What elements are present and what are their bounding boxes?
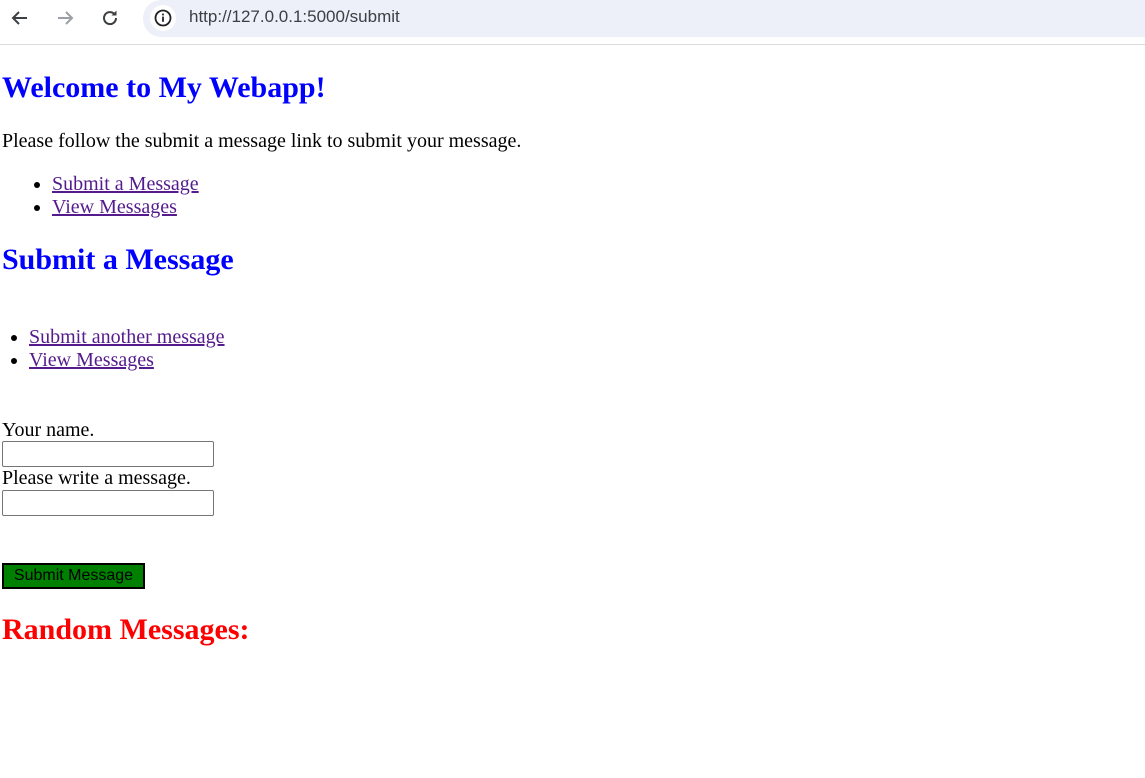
info-circle-icon[interactable]	[150, 5, 176, 31]
browser-toolbar: http://127.0.0.1:5000/submit	[0, 0, 1145, 45]
submit-message-button[interactable]: Submit Message	[2, 563, 145, 589]
arrow-left-icon[interactable]	[7, 5, 33, 31]
reload-icon[interactable]	[97, 5, 123, 31]
nav-list: Submit a Message View Messages	[2, 173, 199, 219]
section-title-random-messages: Random Messages:	[2, 613, 250, 646]
name-field[interactable]	[2, 441, 214, 467]
page-title: Welcome to My Webapp!	[2, 71, 326, 104]
name-label: Your name.	[2, 419, 95, 441]
section-title-submit: Submit a Message	[2, 243, 234, 276]
url-text[interactable]: http://127.0.0.1:5000/submit	[189, 6, 400, 28]
list-item: View Messages	[29, 349, 225, 372]
message-field[interactable]	[2, 490, 214, 516]
message-label: Please write a message.	[2, 467, 191, 489]
view-messages-link-secondary[interactable]: View Messages	[29, 349, 154, 371]
list-item: View Messages	[52, 196, 199, 219]
arrow-right-icon[interactable]	[52, 5, 78, 31]
list-item: Submit a Message	[52, 173, 199, 196]
submit-message-link[interactable]: Submit a Message	[52, 173, 199, 195]
submit-links-list: Submit another message View Messages	[2, 326, 225, 372]
list-item: Submit another message	[29, 326, 225, 349]
view-messages-link[interactable]: View Messages	[52, 196, 177, 218]
submit-another-message-link[interactable]: Submit another message	[29, 326, 225, 348]
intro-text: Please follow the submit a message link …	[2, 130, 522, 152]
address-bar[interactable]: http://127.0.0.1:5000/submit	[143, 0, 1145, 37]
